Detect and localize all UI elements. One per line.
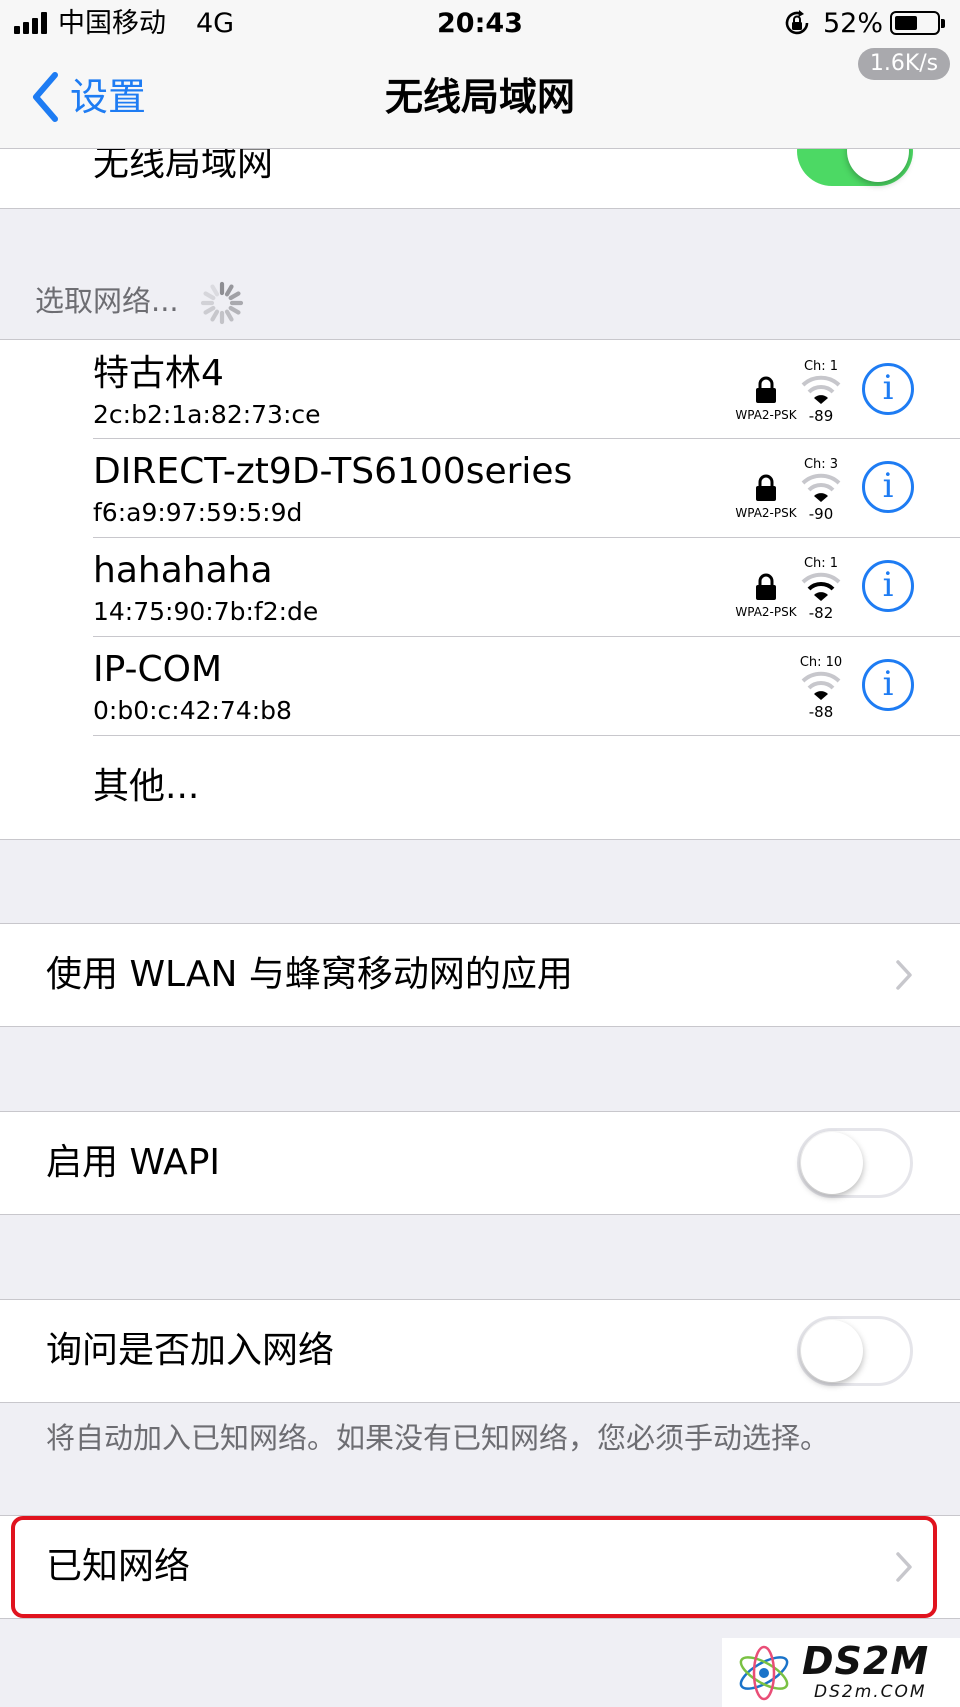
chevron-right-icon [896,960,912,990]
other-network-row[interactable]: 其他... [0,736,960,839]
nav-bar-overlay: 设置 无线局域网 [0,48,960,149]
highlight-box [11,1516,937,1618]
apps-using-wlan-label: 使用 WLAN 与蜂窝移动网的应用 [46,954,573,995]
lock-icon [756,376,776,403]
network-name: IP-COM [93,649,223,690]
network-name: DIRECT-zt9D-TS6100series [93,451,573,492]
lock-icon [756,573,776,600]
choose-network-header: 选取网络... [35,284,179,318]
wifi-signal-icon [801,375,841,404]
wifi-signal-icon [801,572,841,601]
apps-using-wlan-row[interactable]: 使用 WLAN 与蜂窝移动网的应用 [0,923,960,1027]
network-list: 特古林4 2c:b2:1a:82:73:ce WPA2-PSK Ch: 1 -8… [0,339,960,840]
rssi-label: -82 [808,604,834,622]
status-time: 20:43 [437,8,523,39]
network-mac: 2c:b2:1a:82:73:ce [93,400,321,429]
page-title-label: 无线局域网 [384,75,575,119]
network-speed-badge-overlay: 1.6K/s [858,48,950,80]
network-mac: 0:b0:c:42:74:b8 [93,696,292,725]
info-button[interactable]: i [862,560,914,612]
wifi-signal-icon [801,671,841,700]
info-button[interactable]: i [862,363,914,415]
network-row[interactable]: hahahaha 14:75:90:7b:f2:de WPA2-PSK Ch: … [0,538,960,636]
enable-wapi-label: 启用 WAPI [46,1142,221,1183]
rssi-label: -88 [808,703,834,721]
ask-to-join-footer: 将自动加入已知网络。如果没有已知网络，您必须手动选择。 [46,1421,830,1455]
network-name: hahahaha [93,550,273,591]
watermark-logo-text: DS2M [802,1639,930,1683]
wapi-toggle[interactable] [797,1128,913,1198]
security-label: WPA2-PSK [735,506,797,520]
channel-label: Ch: 10 [799,655,843,670]
other-network-label: 其他... [93,766,200,807]
rssi-label: -90 [808,505,834,523]
battery-percent: 52% [823,8,884,39]
network-mac: f6:a9:97:59:5:9d [93,498,303,527]
channel-label: Ch: 1 [803,556,839,571]
loading-spinner-icon [200,281,244,325]
atom-logo-icon [739,1645,789,1701]
wifi-signal-icon [801,473,841,502]
ask-to-join-toggle[interactable] [797,1316,913,1386]
security-label: WPA2-PSK [735,408,797,422]
info-button[interactable]: i [862,461,914,513]
watermark: DS2M DS2m.COM [722,1638,960,1707]
network-row[interactable]: DIRECT-zt9D-TS6100series f6:a9:97:59:5:9… [0,439,960,537]
security-label: WPA2-PSK [735,605,797,619]
network-name: 特古林4 [93,353,224,394]
info-button[interactable]: i [862,659,914,711]
rssi-label: -89 [808,407,834,425]
watermark-site-text: DS2m.COM [814,1682,927,1702]
rotation-lock-icon [785,10,809,35]
status-bar: 中国移动 4G 20:43 52% [0,0,960,48]
enable-wapi-row: 启用 WAPI [0,1111,960,1215]
channel-label: Ch: 3 [803,457,839,472]
ask-to-join-label: 询问是否加入网络 [46,1330,335,1371]
ask-to-join-row: 询问是否加入网络 [0,1299,960,1403]
battery-icon [890,11,945,35]
network-row[interactable]: IP-COM 0:b0:c:42:74:b8 Ch: 10 -88 i [0,637,960,735]
wlan-toggle-row: 无线局域网 [0,116,960,209]
lock-icon [756,474,776,501]
channel-label: Ch: 1 [803,359,839,374]
network-mac: 14:75:90:7b:f2:de [93,597,319,626]
network-row[interactable]: 特古林4 2c:b2:1a:82:73:ce WPA2-PSK Ch: 1 -8… [0,340,960,438]
